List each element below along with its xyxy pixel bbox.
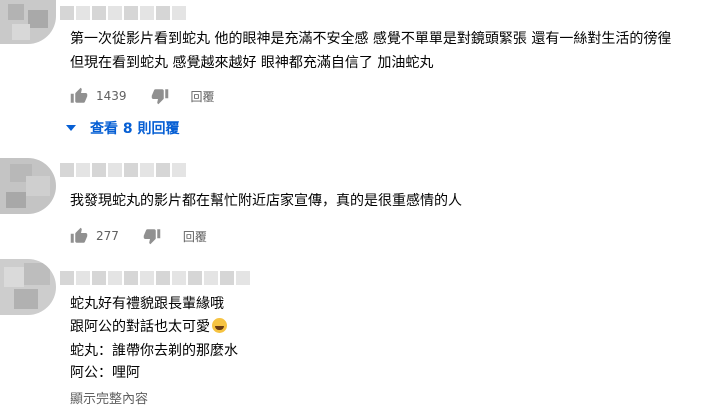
avatar[interactable] bbox=[0, 0, 56, 44]
comment-actions: 277 回覆 bbox=[70, 226, 207, 246]
comment-text-fragment: 跟阿公的對話也太可愛 bbox=[70, 319, 210, 335]
comment-text-line: 跟阿公的對話也太可愛 bbox=[70, 317, 227, 337]
dislike-button[interactable] bbox=[143, 227, 161, 245]
avatar[interactable] bbox=[0, 259, 56, 315]
author-name-redacted[interactable] bbox=[60, 271, 250, 285]
author-name-redacted[interactable] bbox=[60, 163, 186, 177]
reply-button[interactable]: 回覆 bbox=[191, 88, 215, 105]
caret-down-icon bbox=[66, 125, 76, 131]
comment-text-line: 蛇丸好有禮貌跟長輩緣哦 bbox=[70, 296, 224, 312]
thumbs-down-icon bbox=[151, 89, 168, 105]
view-replies-button[interactable]: 查看 8 則回覆 bbox=[66, 118, 180, 138]
comment-text-line: 但現在看到蛇丸 感覺越來越好 眼神都充滿自信了 加油蛇丸 bbox=[70, 55, 434, 71]
thumbs-down-icon bbox=[143, 229, 161, 245]
comment-text-line: 我發現蛇丸的影片都在幫忙附近店家宣傳，真的是很重感情的人 bbox=[70, 193, 462, 209]
grinning-sweat-emoji bbox=[212, 318, 227, 333]
show-more-button[interactable]: 顯示完整內容 bbox=[70, 388, 148, 407]
like-count: 277 bbox=[96, 229, 119, 243]
dislike-button[interactable] bbox=[151, 87, 169, 105]
view-replies-label: 查看 8 則回覆 bbox=[90, 121, 180, 137]
like-count: 1439 bbox=[96, 89, 127, 103]
comment-text-line: 蛇丸：誰帶你去剃的那麼水 bbox=[70, 343, 238, 359]
avatar[interactable] bbox=[0, 158, 56, 214]
comment-actions: 1439 回覆 bbox=[70, 86, 215, 106]
reply-button[interactable]: 回覆 bbox=[183, 228, 207, 245]
like-button[interactable] bbox=[70, 227, 88, 245]
author-name-redacted[interactable] bbox=[60, 6, 186, 20]
like-button[interactable] bbox=[70, 87, 88, 105]
comment-text-line: 第一次從影片看到蛇丸 他的眼神是充滿不安全感 感覺不單單是對鏡頭緊張 還有一絲對… bbox=[70, 31, 672, 47]
thumbs-up-icon bbox=[70, 87, 88, 103]
comment-text-line: 阿公：哩阿 bbox=[70, 365, 140, 381]
thumbs-up-icon bbox=[70, 227, 88, 243]
